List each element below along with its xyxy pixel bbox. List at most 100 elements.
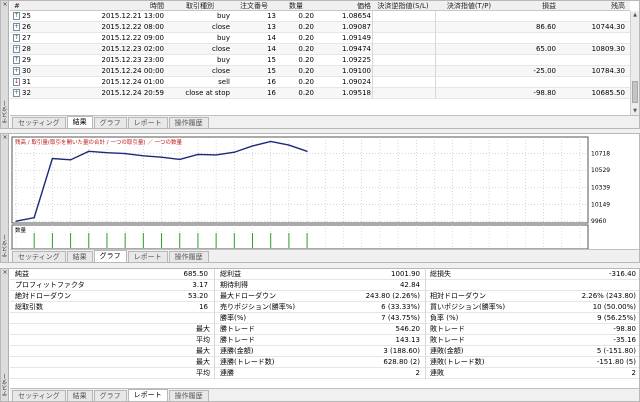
table-header: # 時間 取引種別 注文番号 数量 価格 決済逆指値(S/L) 決済指値(T/P… (10, 1, 630, 11)
tab-bar: セッティング 結果 グラフ レポート 操作履歴 (10, 388, 639, 401)
cell-balance (558, 11, 625, 22)
report-value: 685.50 (183, 270, 209, 278)
report-panel: × テスター 純益 685.50 総利益 1001.90 総損失 -316.40 プロフィッ… (0, 268, 640, 402)
cell-profit (504, 77, 556, 88)
cell-sl (372, 44, 434, 55)
report-value: 3.17 (192, 281, 208, 289)
tab-report[interactable]: レポート (127, 251, 168, 262)
cell-profit: -25.00 (533, 67, 556, 75)
trades-table: # 時間 取引種別 注文番号 数量 価格 決済逆指値(S/L) 決済指値(T/P… (10, 1, 630, 99)
col-price[interactable]: 価格 (316, 1, 371, 11)
report-label: プロフィットファクタ (15, 281, 85, 289)
tester-label: テスター (2, 234, 9, 258)
tab-report[interactable]: レポート (127, 117, 168, 128)
col-time[interactable]: 時間 (80, 1, 164, 11)
tab-settings[interactable]: セッティング (12, 251, 66, 262)
tab-journal[interactable]: 操作履歴 (168, 390, 209, 401)
report-value (130, 346, 208, 357)
balance-point (106, 152, 108, 154)
tab-bar: セッティング 結果 グラフ レポート 操作履歴 (10, 115, 639, 128)
col-order[interactable]: 注文番号 (232, 1, 276, 11)
cell-price: 1.09024 (342, 78, 371, 86)
tab-graph[interactable]: グラフ (93, 390, 127, 401)
col-lots[interactable]: 数量 (278, 1, 314, 11)
y-tick-label: 10339 (591, 184, 610, 191)
report-row: 平均 連勝 2 連敗 2 (10, 368, 639, 379)
col-type[interactable]: 取引種別 (170, 1, 230, 11)
report-row: プロフィットファクタ 3.17 期待利得 42.84 (10, 280, 639, 291)
tab-journal[interactable]: 操作履歴 (168, 251, 209, 262)
tab-graph[interactable]: グラフ (93, 117, 127, 128)
table-row[interactable]: ↑ 25 2015.12.21 13:00 buy 13 0.20 1.08654 (10, 11, 630, 22)
tab-journal[interactable]: 操作履歴 (168, 117, 209, 128)
cell-sl (372, 33, 434, 44)
col-tp[interactable]: 決済指値(T/P) (436, 1, 502, 11)
close-order-icon: + (13, 23, 20, 31)
table-row[interactable]: ↑ 27 2015.12.22 09:00 buy 14 0.20 1.09149 (10, 33, 630, 44)
close-icon[interactable]: × (2, 135, 8, 141)
table-row[interactable]: ↓ 31 2015.12.24 01:00 sell 16 0.20 1.09024 (10, 77, 630, 88)
cell-tp (436, 22, 502, 33)
report-label: 総損失 (430, 270, 451, 278)
report-label: 敗トレード (430, 325, 465, 333)
balance-point (15, 220, 17, 222)
report-value (130, 368, 208, 379)
scroll-down-icon[interactable]: ▼ (631, 107, 639, 115)
report-label: 連敗(金額) (430, 347, 464, 355)
report-label: 敗トレード (430, 336, 465, 344)
col-profit[interactable]: 損益 (504, 1, 556, 11)
report-value: -35.16 (613, 336, 636, 344)
cell-type: close (211, 23, 230, 31)
tab-results[interactable]: 結果 (66, 116, 93, 128)
col-no[interactable]: # (14, 1, 20, 11)
tab-results[interactable]: 結果 (66, 390, 93, 401)
scroll-up-icon[interactable]: ▲ (631, 11, 639, 19)
table-row[interactable]: +32 2015.12.24 20:59 close at stop 16 0.20 1.… (10, 88, 630, 99)
cell-time: 2015.12.24 01:00 (101, 78, 164, 86)
cell-order: 14 (267, 45, 276, 53)
balance-point (179, 158, 181, 160)
table-row[interactable]: ↑ 29 2015.12.23 23:00 buy 15 0.20 1.09225 (10, 55, 630, 66)
tester-label: テスター (2, 373, 9, 397)
cell-sl (372, 11, 434, 22)
cell-profit (504, 11, 556, 22)
report-value: 9 (56.25%) (597, 314, 636, 322)
trades-scrollbar[interactable]: ▲ ▼ (630, 11, 639, 115)
cell-profit: -98.80 (533, 89, 556, 97)
cell-type: close (211, 67, 230, 75)
report-row: 総取引数 16 売りポジション(勝率%) 6 (33.33%) 買いポジション(勝率%)… (10, 302, 639, 313)
tab-results[interactable]: 結果 (66, 251, 93, 262)
cell-lots: 0.20 (298, 56, 314, 64)
cell-type: buy (216, 34, 230, 42)
report-label: 絶対ドローダウン (15, 292, 71, 300)
cell-sl (372, 66, 434, 77)
cell-price: 1.09225 (342, 56, 371, 64)
col-sl[interactable]: 決済逆指値(S/L) (372, 1, 434, 11)
volume-area (11, 224, 589, 250)
close-icon[interactable]: × (2, 270, 8, 276)
cell-tp (436, 88, 502, 99)
tab-report[interactable]: レポート (127, 389, 168, 401)
tab-settings[interactable]: セッティング (12, 117, 66, 128)
table-row[interactable]: +28 2015.12.23 02:00 close 14 0.20 1.09474 65.… (10, 44, 630, 55)
report-value: 143.13 (395, 336, 421, 344)
table-row[interactable]: +26 2015.12.22 08:00 close 13 0.20 1.09087 86.… (10, 22, 630, 33)
cell-type: close at stop (185, 89, 230, 97)
report-label: 連敗(トレード数) (430, 358, 485, 366)
report-value: 243.80 (2.26%) (365, 292, 420, 300)
scroll-thumb[interactable] (632, 81, 638, 103)
tester-side-bar: × テスター (1, 1, 9, 128)
tab-settings[interactable]: セッティング (12, 390, 66, 401)
report-value (130, 324, 208, 335)
cell-order: 16 (267, 78, 276, 86)
table-row[interactable]: +30 2015.12.24 00:00 close 15 0.20 1.09100 -25… (10, 66, 630, 77)
y-tick-label: 10718 (591, 150, 610, 157)
tab-graph[interactable]: グラフ (93, 250, 127, 262)
report-value: 2 (415, 369, 420, 377)
cell-balance: 10809.30 (591, 45, 625, 53)
report-label: 負率 (%) (430, 314, 459, 322)
col-balance[interactable]: 残高 (558, 1, 625, 11)
close-icon[interactable]: × (2, 2, 8, 8)
report-value: 5 (-151.80) (596, 347, 636, 355)
balance-point (288, 144, 290, 146)
